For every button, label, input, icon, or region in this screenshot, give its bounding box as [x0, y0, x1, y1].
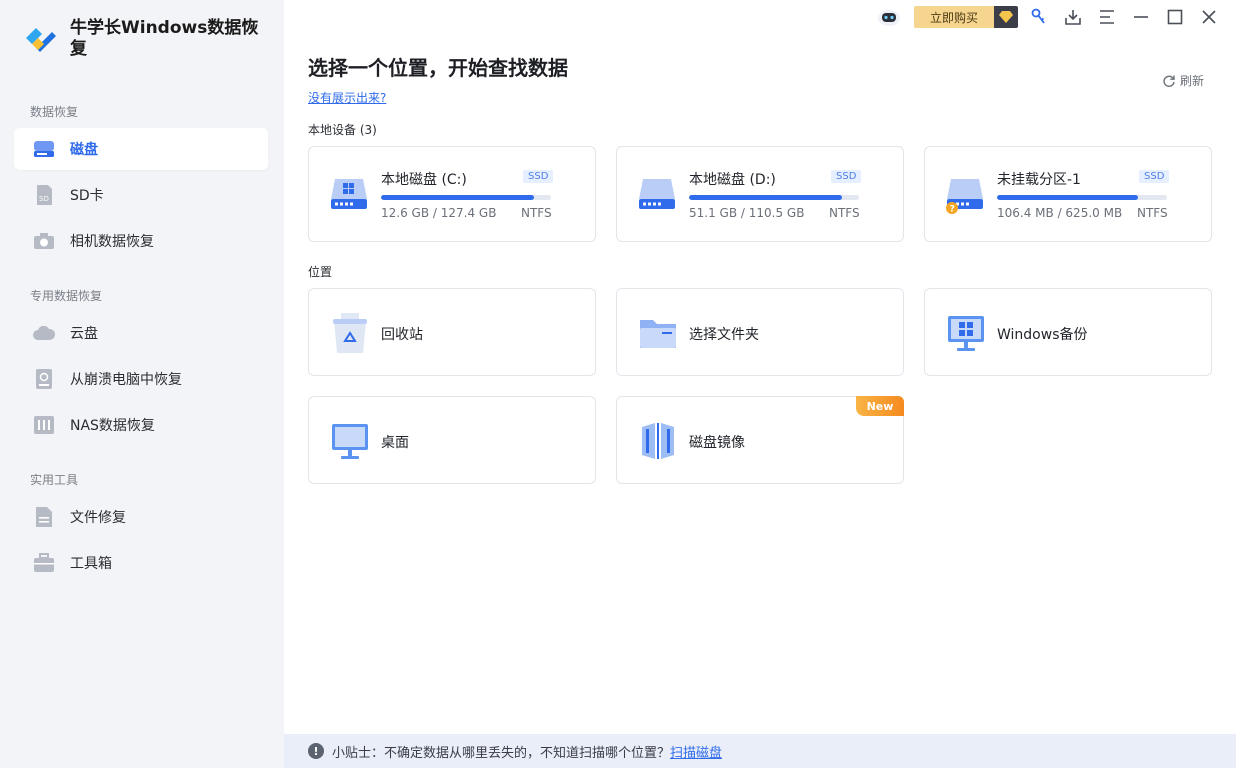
drive-filesystem: NTFS [1137, 206, 1168, 220]
nas-icon [32, 413, 56, 437]
sidebar-item-label: NAS数据恢复 [70, 418, 155, 434]
location-name: 桌面 [381, 435, 409, 451]
unmounted-disk-icon: ? [945, 173, 985, 219]
recycle-bin-icon [329, 311, 371, 355]
nav-group-title: 数据恢复 [30, 105, 79, 119]
drive-size: 106.4 MB / 625.0 MB [997, 206, 1123, 220]
drive-usage-bar [689, 195, 859, 200]
tip-bar: ! 小贴士：不确定数据从哪里丢失的，不知道扫描哪个位置？ 扫描磁盘 [284, 734, 1236, 768]
sidebar-item-label: SD卡 [70, 188, 104, 204]
folder-icon [637, 311, 679, 355]
refresh-label: 刷新 [1180, 74, 1205, 88]
location-name: 选择文件夹 [689, 327, 759, 343]
svg-text:SD: SD [39, 195, 49, 203]
nav-group-title: 专用数据恢复 [30, 289, 103, 303]
sidebar-item-label: 文件修复 [70, 510, 126, 526]
refresh-icon [1163, 75, 1175, 87]
drive-card-d[interactable]: 本地磁盘 (D:) SSD 51.1 GB / 110.5 GB NTFS [616, 146, 904, 242]
sidebar-item-label: 磁盘 [70, 142, 98, 158]
location-recycle-bin[interactable]: 回收站 [308, 288, 596, 376]
page-title: 选择一个位置，开始查找数据 [308, 56, 568, 80]
menu-icon[interactable] [1094, 4, 1120, 30]
sidebar-item-crashed-pc[interactable]: 从崩溃电脑中恢复 [14, 358, 268, 400]
close-icon[interactable] [1196, 4, 1222, 30]
crashed-pc-icon [32, 367, 56, 391]
drive-filesystem: NTFS [521, 206, 552, 220]
disk-icon [637, 173, 677, 217]
svg-text:?: ? [950, 205, 955, 215]
sidebar-item-toolbox[interactable]: 工具箱 [14, 542, 268, 584]
drive-size: 51.1 GB / 110.5 GB [689, 206, 805, 220]
sidebar-item-sd-card[interactable]: SD SD卡 [14, 174, 268, 216]
key-icon[interactable] [1026, 4, 1052, 30]
drive-size: 12.6 GB / 127.4 GB [381, 206, 497, 220]
sidebar-item-disk[interactable]: 磁盘 [14, 128, 268, 170]
sidebar-item-camera[interactable]: 相机数据恢复 [14, 220, 268, 262]
file-repair-icon [32, 505, 56, 529]
robot-assistant-icon[interactable] [876, 4, 902, 30]
minimize-icon[interactable] [1128, 4, 1154, 30]
location-name: Windows备份 [997, 327, 1088, 343]
diamond-icon [994, 6, 1018, 28]
sd-card-icon: SD [32, 183, 56, 207]
windows-backup-icon [945, 311, 987, 355]
sidebar: 牛学长Windows数据恢复 数据恢复 磁盘 SD SD卡 相机数据恢复 专用数… [0, 0, 284, 768]
maximize-icon[interactable] [1162, 4, 1188, 30]
location-windows-backup[interactable]: Windows备份 [924, 288, 1212, 376]
ssd-badge: SSD [831, 170, 862, 183]
app-logo: 牛学长Windows数据恢复 [22, 18, 262, 62]
disk-icon [32, 137, 56, 161]
cloud-icon [32, 321, 56, 345]
drive-name: 未挂载分区-1 [997, 172, 1081, 188]
location-name: 磁盘镜像 [689, 435, 745, 451]
drive-usage-fill [381, 195, 534, 200]
camera-icon [32, 229, 56, 253]
tip-text: 小贴士：不确定数据从哪里丢失的，不知道扫描哪个位置？ [332, 745, 671, 761]
drive-usage-fill [997, 195, 1139, 200]
logo-icon [26, 28, 56, 52]
windows-disk-icon [329, 173, 369, 217]
drive-card-unmounted[interactable]: ? 未挂载分区-1 SSD 106.4 MB / 625.0 MB NTFS [924, 146, 1212, 242]
scan-disk-link[interactable]: 扫描磁盘 [670, 742, 722, 761]
drive-name: 本地磁盘 (C:) [381, 172, 467, 188]
location-desktop[interactable]: 桌面 [308, 396, 596, 484]
ssd-badge: SSD [1139, 170, 1170, 183]
drive-filesystem: NTFS [829, 206, 860, 220]
sidebar-item-label: 云盘 [70, 326, 98, 342]
drive-usage-fill [689, 195, 842, 200]
not-shown-help-link[interactable]: 没有展示出来? [308, 89, 386, 106]
drive-usage-bar [381, 195, 551, 200]
local-devices-label: 本地设备 (3) [308, 123, 377, 137]
disk-image-icon [637, 419, 679, 463]
sidebar-item-label: 从崩溃电脑中恢复 [70, 372, 182, 388]
sidebar-item-file-repair[interactable]: 文件修复 [14, 496, 268, 538]
ssd-badge: SSD [523, 170, 554, 183]
refresh-button[interactable]: 刷新 [1162, 72, 1204, 89]
info-icon: ! [308, 743, 324, 759]
toolbox-icon [32, 551, 56, 575]
desktop-icon [329, 419, 371, 463]
location-disk-image[interactable]: 磁盘镜像 New [616, 396, 904, 484]
sidebar-item-cloud[interactable]: 云盘 [14, 312, 268, 354]
sidebar-item-label: 工具箱 [70, 556, 112, 572]
locations-label: 位置 [308, 265, 333, 279]
title-bar: 立即购买 [868, 4, 1222, 30]
buy-now-button[interactable]: 立即购买 [914, 6, 1018, 28]
sidebar-item-label: 相机数据恢复 [70, 234, 154, 250]
drive-usage-bar [997, 195, 1167, 200]
app-title: 牛学长Windows数据恢复 [70, 18, 259, 59]
buy-now-label: 立即购买 [914, 6, 994, 28]
nav-group-title: 实用工具 [30, 473, 79, 487]
sidebar-item-nas[interactable]: NAS数据恢复 [14, 404, 268, 446]
new-badge: New [856, 396, 904, 416]
download-icon[interactable] [1060, 4, 1086, 30]
location-name: 回收站 [381, 327, 423, 343]
drive-card-c[interactable]: 本地磁盘 (C:) SSD 12.6 GB / 127.4 GB NTFS [308, 146, 596, 242]
location-select-folder[interactable]: 选择文件夹 [616, 288, 904, 376]
drive-name: 本地磁盘 (D:) [689, 172, 776, 188]
